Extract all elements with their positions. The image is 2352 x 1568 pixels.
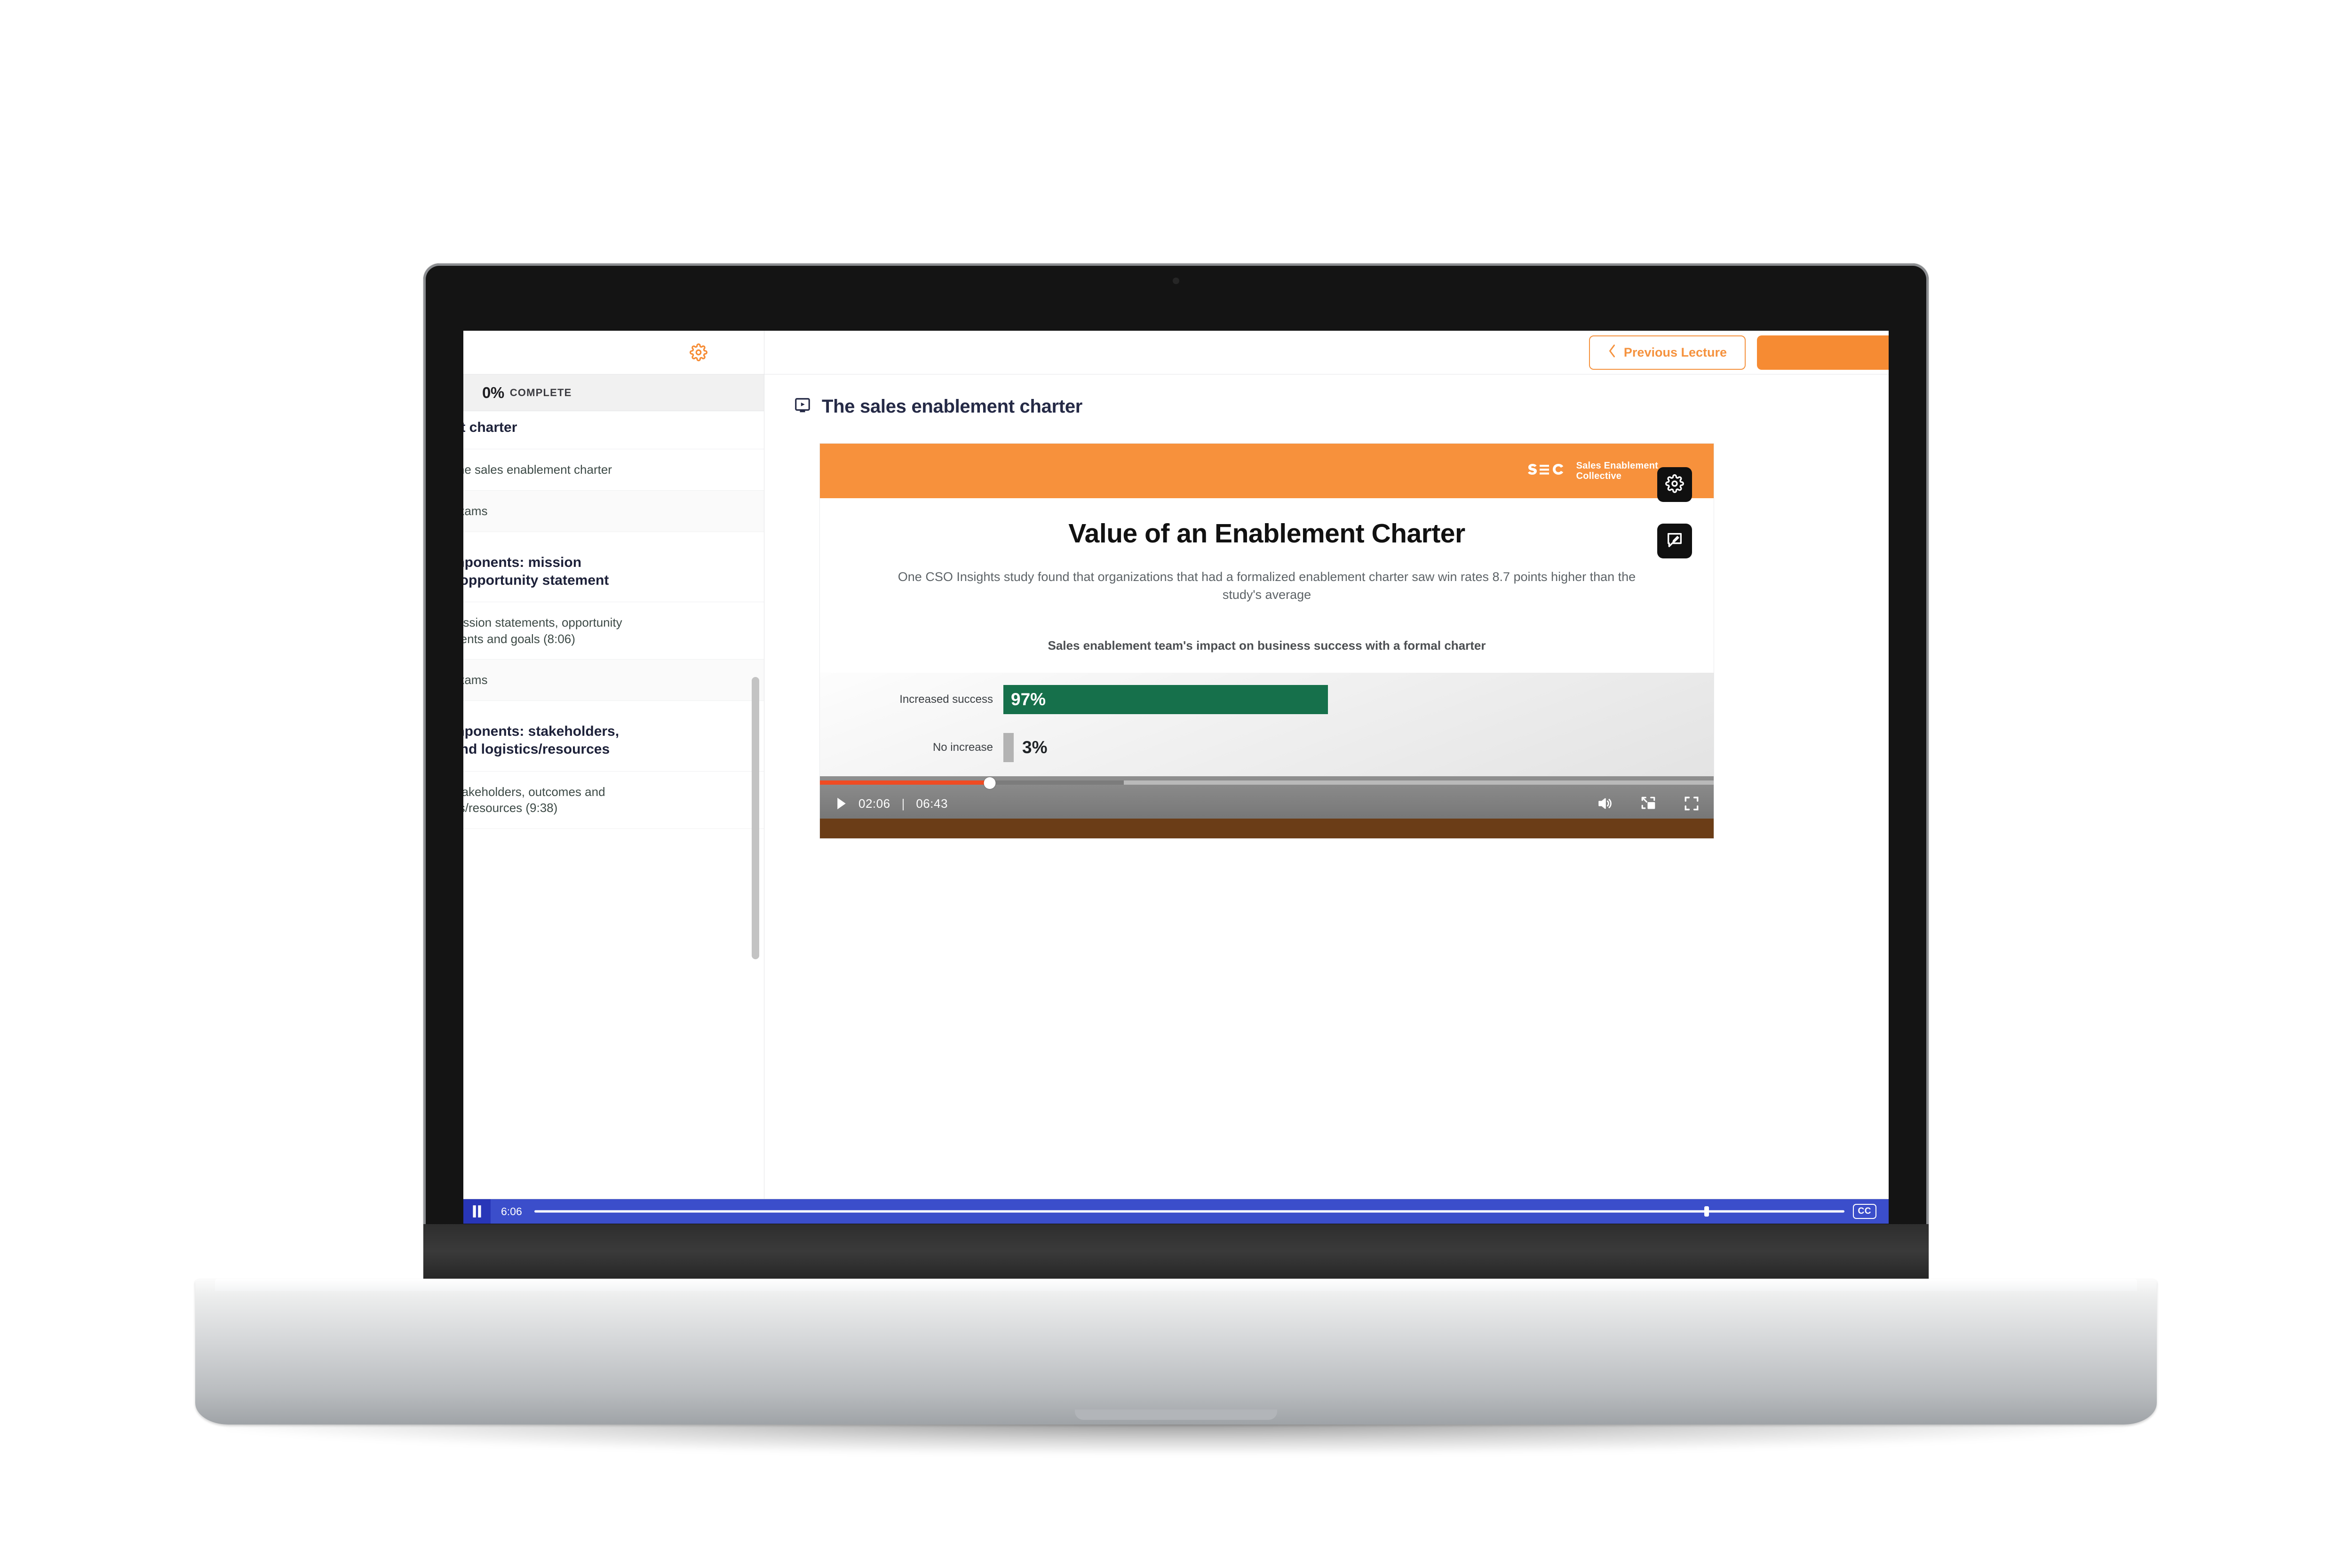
chart-bar-value: 97% — [1011, 690, 1046, 709]
bottom-audio-player: 6:06 CC — [463, 1199, 1889, 1224]
sidebar-section-title: mponents: stakeholders, and logistics/re… — [463, 701, 764, 772]
sidebar-item-lecture[interactable]: Stakeholders, outcomes and ics/resources… — [463, 771, 764, 829]
sidebar-list: nt charter The sales enablement charter … — [463, 411, 764, 1199]
sec-wordmark: Sales Enablement Collective — [1576, 461, 1658, 482]
chart-title: Sales enablement team's impact on busine… — [1048, 638, 1486, 653]
chart-bar-row: No increase 3% — [848, 733, 1048, 763]
cc-button[interactable]: CC — [1852, 1204, 1876, 1219]
sec-wordmark-line1: Sales Enablement — [1576, 460, 1658, 471]
chart-bar — [1003, 733, 1014, 763]
progress-percent: 0% — [482, 383, 504, 401]
chart-bar: 97% — [1003, 685, 1328, 715]
laptop-mockup-scene: 0% COMPLETE nt charter The sales enablem… — [0, 0, 2352, 1568]
sidebar-section-title: nt charter — [463, 411, 764, 450]
comment-edit-icon — [1665, 531, 1684, 552]
lecture-title-text: The sales enablement charter — [822, 396, 1083, 417]
lecture-nav-header: Previous Lecture — [764, 331, 1889, 374]
progress-label: COMPLETE — [509, 386, 572, 398]
previous-lecture-label: Previous Lecture — [1623, 345, 1727, 359]
slide-brand-bar: Sales Enablement Collective — [820, 444, 1714, 498]
chart-category-label: Increased success — [899, 693, 993, 706]
bottom-progress-handle[interactable] — [1704, 1206, 1709, 1217]
sidebar-item-lecture[interactable]: The sales enablement charter — [463, 449, 764, 491]
fullscreen-icon[interactable] — [1684, 796, 1700, 812]
video-controls: 02:06 | 06:43 — [820, 776, 1714, 819]
sidebar-item-exams[interactable]: Exams — [463, 490, 764, 532]
webcam-icon — [1173, 278, 1179, 284]
gear-icon — [1665, 474, 1684, 495]
course-progress: 0% COMPLETE — [463, 374, 764, 411]
chart-bar-row: Increased success 97% — [848, 685, 1328, 715]
play-icon[interactable] — [836, 797, 847, 810]
slide-subheading: One CSO Insights study found that organi… — [898, 570, 1636, 602]
sec-logomark-icon — [1527, 464, 1563, 475]
bottom-progress-line — [534, 1210, 1844, 1213]
video-seek-bar[interactable] — [820, 776, 1714, 789]
seek-played — [820, 780, 990, 785]
sec-wordmark-line2: Collective — [1576, 471, 1622, 481]
slide-content: Value of an Enablement Charter One CSO I… — [820, 498, 1714, 777]
video-play-icon — [794, 397, 811, 417]
gear-icon[interactable] — [690, 343, 707, 361]
sec-logo: Sales Enablement Collective — [1526, 461, 1658, 482]
slide-settings-button[interactable] — [1657, 467, 1692, 502]
video-player: Sales Enablement Collective Value of an … — [820, 444, 1714, 839]
laptop-front-notch — [1075, 1409, 1277, 1420]
chevron-left-icon — [1608, 344, 1616, 361]
sidebar-item-exams[interactable]: Exams — [463, 660, 764, 701]
course-sidebar: 0% COMPLETE nt charter The sales enablem… — [463, 331, 764, 1199]
laptop-base — [195, 1279, 2157, 1425]
laptop-drop-shadow — [226, 1421, 2126, 1454]
slide-heading: Value of an Enablement Charter — [1068, 518, 1465, 549]
app-body: 0% COMPLETE nt charter The sales enablem… — [463, 331, 1889, 1199]
pause-icon[interactable] — [463, 1199, 491, 1224]
video-duration: 06:43 — [916, 796, 948, 811]
sidebar-section-title: mponents: mission , opportunity statemen… — [463, 532, 764, 603]
slide-chart: Sales enablement team's impact on busine… — [820, 637, 1714, 777]
sidebar-toolbar — [463, 331, 764, 374]
previous-lecture-button[interactable]: Previous Lecture — [1589, 335, 1746, 370]
video-control-row: 02:06 | 06:43 — [820, 788, 1714, 819]
picture-in-picture-icon[interactable] — [1640, 796, 1656, 812]
course-player-app: 0% COMPLETE nt charter The sales enablem… — [463, 331, 1889, 1224]
slide-footer-bar — [820, 819, 1714, 839]
sidebar-item-lecture[interactable]: Mission statements, opportunity ments an… — [463, 602, 764, 660]
sidebar-scrollbar[interactable] — [752, 677, 759, 959]
next-lecture-button[interactable] — [1757, 335, 1889, 370]
main-content: Previous Lecture The sales enablement ch… — [764, 331, 1889, 1199]
page-title: The sales enablement charter — [764, 396, 1889, 417]
video-time-separator: | — [901, 796, 905, 811]
lecture-body: The sales enablement charter Sales Enabl… — [764, 374, 1889, 1199]
bottom-player-time: 6:06 — [501, 1205, 522, 1218]
chart-plot-area: Increased success 97% No increase 3% — [820, 673, 1714, 777]
slide-annotate-button[interactable] — [1657, 524, 1692, 558]
seek-handle[interactable] — [984, 777, 996, 789]
volume-icon[interactable] — [1596, 796, 1613, 812]
video-current-time: 02:06 — [858, 796, 890, 811]
chart-category-label: No increase — [932, 741, 993, 754]
chart-bar-value: 3% — [1022, 738, 1048, 757]
bottom-player-progress[interactable] — [534, 1199, 1844, 1224]
laptop-screen: 0% COMPLETE nt charter The sales enablem… — [463, 331, 1889, 1224]
